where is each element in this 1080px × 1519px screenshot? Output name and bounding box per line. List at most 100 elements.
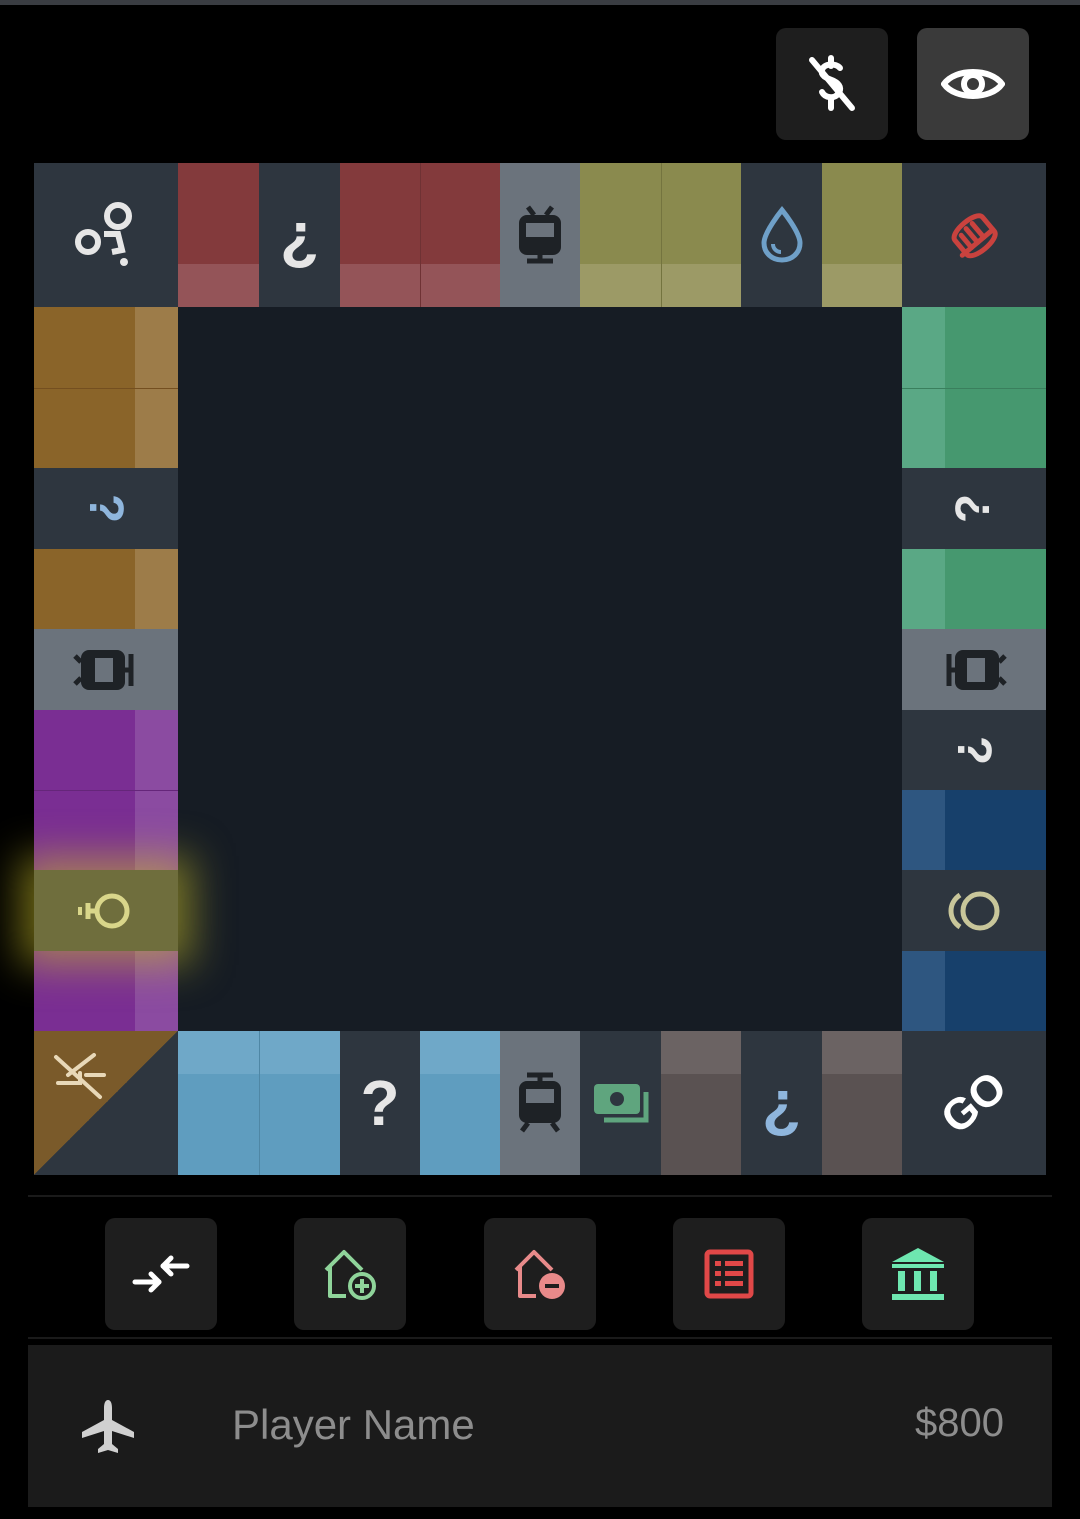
player-row[interactable]: Player Name $800 <box>28 1345 1052 1507</box>
property-band <box>902 549 945 629</box>
train-icon <box>73 649 134 690</box>
train-icon <box>946 649 1007 690</box>
cash-icon <box>593 1084 648 1123</box>
train-icon <box>519 1072 561 1133</box>
property-band <box>135 791 178 870</box>
property-band <box>822 264 902 307</box>
swap-arrows-icon <box>132 1255 190 1293</box>
electric-company[interactable] <box>34 870 178 951</box>
go-label: GO <box>931 1061 1016 1144</box>
property-band <box>178 1031 259 1074</box>
property-band <box>822 1031 902 1074</box>
property-orange-3[interactable] <box>34 549 178 629</box>
property-band <box>662 264 741 307</box>
trade-button[interactable] <box>105 1218 217 1330</box>
chance-right[interactable]: ? <box>902 710 1046 790</box>
house-plus-icon <box>324 1250 376 1300</box>
property-lightblue-1[interactable] <box>178 1031 259 1175</box>
ring-icon <box>948 891 1000 930</box>
property-band <box>902 951 945 1031</box>
property-band <box>178 264 259 307</box>
no-money-toggle-button[interactable] <box>776 28 888 140</box>
chance-glyph: ¿ <box>279 199 320 271</box>
divider <box>28 1337 1052 1339</box>
player-money: $800 <box>915 1401 1004 1445</box>
property-yellow-2[interactable] <box>661 163 741 307</box>
railroad-left[interactable] <box>34 629 178 710</box>
just-visiting-icon <box>54 1053 106 1099</box>
railroad-right[interactable] <box>902 629 1046 710</box>
property-band <box>135 389 178 468</box>
bank-button[interactable] <box>862 1218 974 1330</box>
property-band <box>135 307 178 388</box>
question-glyph: ? <box>947 735 1001 765</box>
remove-house-button[interactable] <box>484 1218 596 1330</box>
question-glyph: ? <box>360 1067 400 1139</box>
property-list-button[interactable] <box>673 1218 785 1330</box>
property-lightblue-2[interactable] <box>259 1031 340 1175</box>
property-band <box>260 1031 340 1074</box>
property-band <box>902 389 945 468</box>
property-green-3[interactable] <box>902 549 1046 629</box>
board-center <box>178 307 902 1031</box>
property-brown-2[interactable] <box>822 1031 902 1175</box>
chance-glyph: ¿ <box>761 1067 802 1139</box>
property-yellow-3[interactable] <box>822 163 902 307</box>
question-glyph: ? <box>79 493 133 524</box>
income-tax[interactable] <box>580 1031 661 1175</box>
property-green-1[interactable] <box>902 307 1046 388</box>
water-works[interactable] <box>741 163 822 307</box>
property-red-2[interactable] <box>340 163 420 307</box>
player-name-input[interactable]: Player Name <box>232 1401 475 1449</box>
property-blue-1[interactable] <box>902 790 1046 870</box>
property-band <box>135 710 178 790</box>
eye-icon <box>941 69 1005 99</box>
water-drop-icon <box>760 206 803 263</box>
property-band <box>580 264 661 307</box>
community-chest-bottom[interactable]: ¿ <box>741 1031 822 1175</box>
community-chest-left[interactable]: ? <box>34 468 178 549</box>
property-orange-2[interactable] <box>34 388 178 468</box>
go-to-jail-corner[interactable] <box>902 163 1046 307</box>
property-band <box>340 264 420 307</box>
question-glyph: ? <box>947 493 1001 524</box>
house-minus-icon <box>514 1250 565 1299</box>
chance-bottom[interactable]: ? <box>340 1031 420 1175</box>
railroad-bottom[interactable] <box>500 1031 580 1175</box>
community-chest-right[interactable]: ? <box>902 468 1046 549</box>
property-red-1[interactable] <box>178 163 259 307</box>
jail-corner[interactable] <box>34 1031 178 1175</box>
bank-icon <box>892 1248 944 1300</box>
property-orange-1[interactable] <box>34 307 178 388</box>
property-brown-1[interactable] <box>661 1031 741 1175</box>
dollar-off-icon <box>809 55 855 111</box>
free-parking-corner[interactable] <box>34 163 178 307</box>
railroad-top[interactable] <box>500 163 580 307</box>
luxury-tax[interactable] <box>902 870 1046 951</box>
add-house-button[interactable] <box>294 1218 406 1330</box>
divider <box>28 1195 1052 1197</box>
property-band <box>135 549 178 629</box>
airplane-icon <box>82 1400 134 1453</box>
property-purple-3[interactable] <box>34 951 178 1031</box>
property-lightblue-3[interactable] <box>420 1031 500 1175</box>
property-yellow-1[interactable] <box>580 163 661 307</box>
property-band <box>902 307 945 388</box>
property-band <box>902 790 945 870</box>
go-corner[interactable]: GO <box>902 1031 1046 1175</box>
visibility-toggle-button[interactable] <box>917 28 1029 140</box>
chance-top[interactable]: ¿ <box>259 163 340 307</box>
property-blue-2[interactable] <box>902 951 1046 1031</box>
list-icon <box>704 1249 754 1299</box>
train-icon <box>519 205 561 264</box>
property-red-3[interactable] <box>420 163 500 307</box>
top-divider <box>0 0 1080 5</box>
property-band <box>135 951 178 1031</box>
property-band <box>420 1031 500 1074</box>
property-green-2[interactable] <box>902 388 1046 468</box>
go-to-jail-icon <box>951 213 998 259</box>
property-purple-1[interactable] <box>34 710 178 790</box>
lightbulb-icon <box>78 893 130 928</box>
property-purple-2[interactable] <box>34 790 178 870</box>
property-band <box>421 264 500 307</box>
